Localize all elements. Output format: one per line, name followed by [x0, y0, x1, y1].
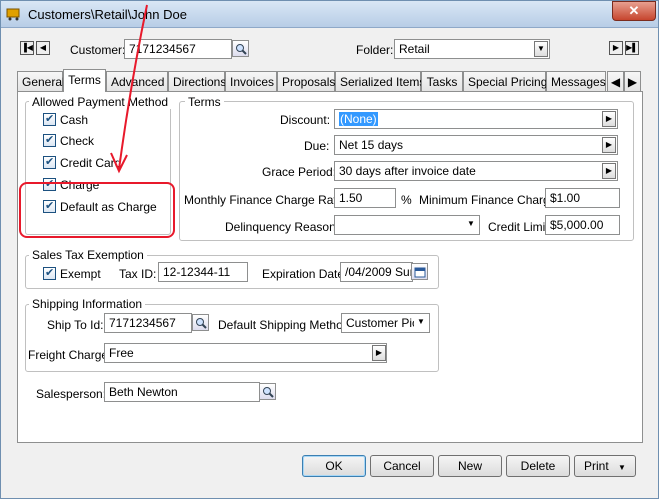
tab-terms[interactable]: Terms	[63, 69, 106, 92]
due-picker-icon[interactable]: ▶	[602, 137, 616, 153]
title-bar[interactable]: Customers\Retail\John Doe ✕	[1, 1, 658, 28]
tab-general[interactable]: General	[17, 71, 65, 91]
grace-period-picker-icon[interactable]: ▶	[602, 163, 616, 179]
tab-scroll-left-icon[interactable]: ◀	[607, 71, 624, 91]
shipping-method-label: Default Shipping Method:	[218, 318, 353, 332]
chevron-down-icon: ▼	[618, 463, 626, 472]
delinquency-dropdown-icon[interactable]: ▼	[464, 217, 478, 233]
customer-window: Customers\Retail\John Doe ✕ ▐◀ ◀ Custome…	[0, 0, 659, 499]
previous-record-icon[interactable]: ◀	[36, 41, 50, 55]
discount-input[interactable]: (None)	[334, 109, 618, 129]
close-button[interactable]: ✕	[612, 1, 656, 21]
tab-special-pricing[interactable]: Special Pricing	[463, 71, 547, 91]
ship-to-lookup-button[interactable]	[192, 314, 209, 331]
ship-to-input[interactable]: 7171234567	[104, 313, 192, 333]
terms-title: Terms	[185, 95, 224, 109]
tab-messages[interactable]: Messages	[546, 71, 606, 91]
cash-label: Cash	[60, 113, 89, 127]
magnifier-icon	[236, 44, 247, 55]
ship-to-label: Ship To Id:	[47, 318, 104, 332]
check-checkbox[interactable]	[43, 133, 56, 147]
folder-value: Retail	[399, 42, 430, 56]
freight-picker-icon[interactable]: ▶	[372, 345, 386, 361]
exempt-checkbox[interactable]	[43, 266, 56, 280]
finance-rate-input[interactable]: 1.50	[334, 188, 396, 208]
customer-lookup-button[interactable]	[232, 40, 249, 57]
magnifier-icon	[196, 318, 207, 329]
min-finance-label: Minimum Finance Charge:	[419, 193, 560, 207]
tab-proposals[interactable]: Proposals	[277, 71, 335, 91]
folder-label: Folder:	[356, 43, 394, 57]
discount-value: (None)	[339, 112, 378, 126]
tax-id-label: Tax ID:	[119, 267, 157, 281]
tab-directions[interactable]: Directions	[168, 71, 226, 91]
calendar-button[interactable]	[411, 263, 428, 280]
salesperson-lookup-button[interactable]	[259, 383, 276, 400]
tax-id-input[interactable]: 12-12344-11	[158, 262, 248, 282]
tab-scroll-right-icon[interactable]: ▶	[624, 71, 641, 91]
exempt-label: Exempt	[60, 267, 101, 281]
check-label: Check	[60, 134, 95, 148]
discount-label: Discount:	[280, 113, 331, 127]
freight-input[interactable]: Free	[104, 343, 387, 363]
annotation-highlight-box	[19, 182, 175, 238]
discount-picker-icon[interactable]: ▶	[602, 111, 616, 127]
magnifier-icon	[263, 387, 274, 398]
ok-button[interactable]: OK	[302, 455, 366, 477]
calendar-icon	[414, 267, 426, 278]
print-label: Print	[584, 459, 609, 473]
annotation-arrow-icon	[110, 4, 148, 174]
cancel-button[interactable]: Cancel	[370, 455, 434, 477]
shipping-title: Shipping Information	[29, 297, 146, 311]
credit-card-checkbox[interactable]	[43, 155, 56, 169]
cash-checkbox[interactable]	[43, 112, 56, 126]
first-record-icon[interactable]: ▐◀	[20, 41, 34, 55]
expiration-label: Expiration Date:	[262, 267, 348, 281]
delinquency-label: Delinquency Reason:	[225, 220, 340, 234]
min-finance-input[interactable]: $1.00	[545, 188, 620, 208]
tax-exemption-title: Sales Tax Exemption	[29, 248, 147, 262]
tab-tasks[interactable]: Tasks	[421, 71, 463, 91]
due-input[interactable]: Net 15 days	[334, 135, 618, 155]
folder-dropdown-icon[interactable]: ▼	[534, 41, 548, 57]
delete-button[interactable]: Delete	[506, 455, 570, 477]
freight-label: Freight Charge:	[28, 348, 112, 362]
grace-period-label: Grace Period:	[262, 165, 337, 179]
cart-icon	[6, 8, 20, 21]
next-record-icon[interactable]: ▶	[609, 41, 623, 55]
finance-rate-label: Monthly Finance Charge Rate:	[184, 193, 347, 207]
tab-serialized-items[interactable]: Serialized Items	[335, 71, 425, 91]
print-button[interactable]: Print ▼	[574, 455, 636, 477]
folder-select[interactable]: Retail	[394, 39, 550, 59]
tab-invoices[interactable]: Invoices	[225, 71, 277, 91]
last-record-icon[interactable]: ▶▌	[625, 41, 639, 55]
expiration-input[interactable]: /04/2009 Sun	[340, 262, 413, 282]
delinquency-select[interactable]	[334, 215, 480, 235]
shipping-method-dropdown-icon[interactable]: ▼	[414, 315, 428, 331]
grace-period-input[interactable]: 30 days after invoice date	[334, 161, 618, 181]
due-label: Due:	[304, 139, 330, 153]
credit-limit-input[interactable]: $5,000.00	[545, 215, 620, 235]
credit-limit-label: Credit Limit:	[488, 220, 553, 234]
new-button[interactable]: New	[438, 455, 502, 477]
percent-label: %	[401, 193, 412, 207]
salesperson-input[interactable]: Beth Newton	[104, 382, 260, 402]
salesperson-label: Salesperson:	[36, 387, 107, 401]
